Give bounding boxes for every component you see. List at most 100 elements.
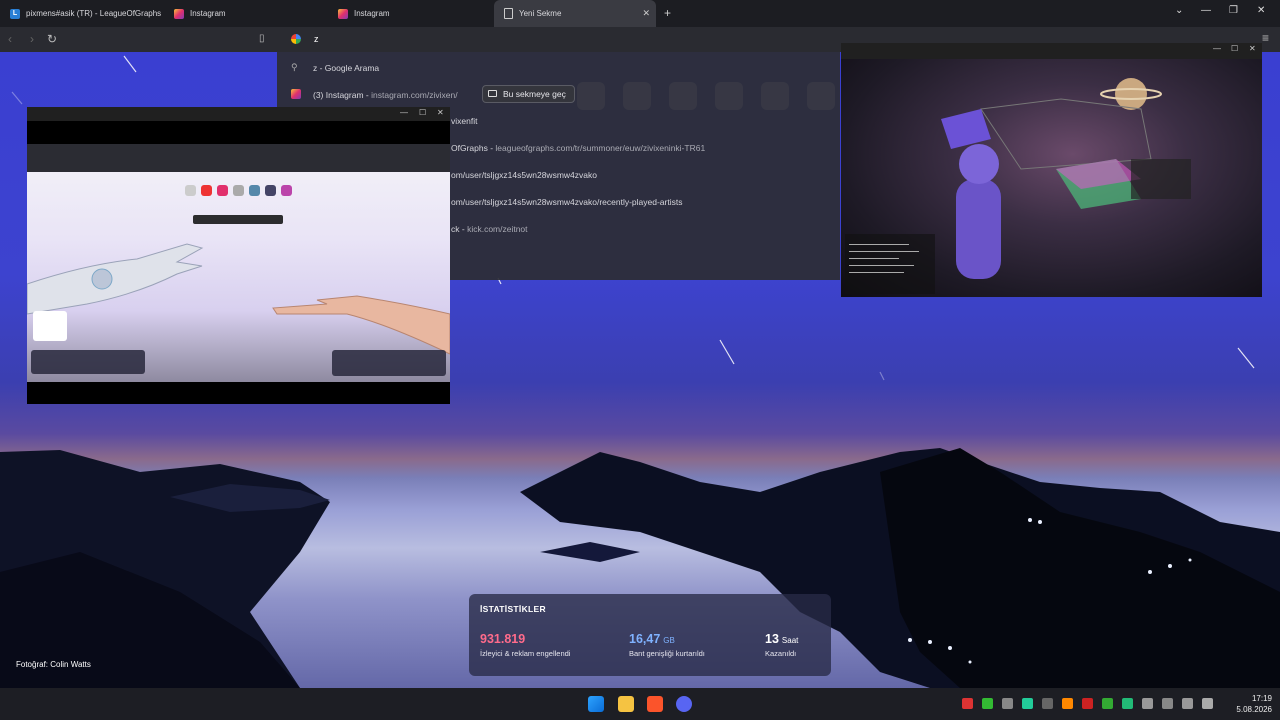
address-bar[interactable] xyxy=(277,27,840,52)
leagueofgraphs-icon: L xyxy=(10,8,20,19)
suggestion-url: om/user/tsljgxz14s5wn28wsmw4zvako/recent… xyxy=(451,197,683,207)
tab-leagueofgraphs[interactable]: L pixmens#asik (TR) - LeagueOfGraphs xyxy=(0,0,164,27)
system-tray xyxy=(962,698,1213,709)
background-shortcut-tiles xyxy=(577,82,881,110)
tray-app-icon[interactable] xyxy=(1062,698,1073,709)
instagram-icon xyxy=(291,89,301,99)
suggestion-title: z - Google Arama xyxy=(313,63,380,73)
clock[interactable]: 17:19 5.08.2026 xyxy=(1226,693,1272,715)
stat-value: 13 xyxy=(765,632,779,646)
shortcut-tile-icon xyxy=(217,185,228,196)
tab-label: Yeni Sekme xyxy=(519,9,562,18)
tab-list-chevron-icon[interactable]: ⌄ xyxy=(1175,5,1183,16)
stat-unit: GB xyxy=(663,636,675,645)
close-window-icon[interactable]: ✕ xyxy=(1257,5,1265,16)
floating-video-window-left[interactable]: — ☐ ✕ xyxy=(27,107,450,404)
close-icon[interactable]: ✕ xyxy=(1249,44,1256,53)
close-icon[interactable]: ✕ xyxy=(437,108,444,117)
tab-label: Instagram xyxy=(354,9,390,18)
floating-video-window-right[interactable]: — ☐ ✕ xyxy=(841,43,1262,297)
forward-icon[interactable]: › xyxy=(30,32,34,46)
shortcut-tile-icon xyxy=(201,185,212,196)
minimize-icon[interactable]: — xyxy=(1201,5,1211,16)
shortcut-tile-icon xyxy=(249,185,260,196)
microphone-icon[interactable] xyxy=(1142,698,1153,709)
battery-icon[interactable] xyxy=(1202,698,1213,709)
bookmark-icon[interactable]: ▯ xyxy=(259,33,265,44)
address-input[interactable]: z xyxy=(314,34,319,44)
search-icon: ⚲ xyxy=(291,62,298,72)
switch-to-tab-button[interactable]: Bu sekmeye geç xyxy=(482,85,575,103)
suggestion-title: OfGraphs xyxy=(451,143,488,153)
maximize-icon[interactable]: ❐ xyxy=(1229,5,1238,16)
stat-label: Bant genişliği kurtarıldı xyxy=(629,649,705,658)
tray-app-icon[interactable] xyxy=(1002,698,1013,709)
switch-tab-icon xyxy=(488,90,497,97)
tray-app-icon[interactable] xyxy=(1022,698,1033,709)
tray-app-icon[interactable] xyxy=(1082,698,1093,709)
tab-label: Instagram xyxy=(190,9,226,18)
google-icon xyxy=(291,34,301,44)
tray-app-icon[interactable] xyxy=(1122,698,1133,709)
shortcut-tile-icon xyxy=(265,185,276,196)
suggestion-title: (3) Instagram xyxy=(313,90,364,100)
clock-time: 17:19 xyxy=(1251,694,1272,703)
windows-taskbar: 17:19 5.08.2026 xyxy=(0,688,1280,720)
maximize-icon[interactable]: ☐ xyxy=(1231,44,1238,53)
stat-label: İzleyici & reklam engellendi xyxy=(480,649,571,658)
video-frame-browser-screenshot xyxy=(27,144,450,382)
brave-browser-icon[interactable] xyxy=(647,696,663,712)
tab-new-tab[interactable]: Yeni Sekme ✕ xyxy=(494,0,656,27)
menu-icon[interactable]: ≡ xyxy=(1262,31,1269,45)
stat-value: 931.819 xyxy=(480,632,526,646)
suggestion-url: kick.com/zeitnot xyxy=(467,224,528,234)
new-tab-page-icon xyxy=(504,8,513,19)
reload-icon[interactable]: ↻ xyxy=(47,32,57,46)
suggestion-url: leagueofgraphs.com/tr/summoner/euw/zivix… xyxy=(495,143,706,153)
stats-title: İSTATİSTİKLER xyxy=(480,604,546,614)
stat-value: 16,47 xyxy=(629,632,661,646)
close-tab-icon[interactable]: ✕ xyxy=(642,8,650,19)
speaker-icon[interactable] xyxy=(1182,698,1193,709)
tab-instagram-2[interactable]: Instagram xyxy=(328,0,492,27)
mini-promo-card xyxy=(33,311,67,341)
instagram-icon xyxy=(174,8,184,19)
maximize-icon[interactable]: ☐ xyxy=(419,108,426,117)
clock-date: 5.08.2026 xyxy=(1236,705,1272,714)
mini-stats-widget xyxy=(31,350,145,374)
statistics-widget[interactable]: İSTATİSTİKLER 931.819 İzleyici & reklam … xyxy=(469,594,831,676)
minimize-icon[interactable]: — xyxy=(400,108,408,117)
nvidia-icon[interactable] xyxy=(982,698,993,709)
pip-titlebar[interactable]: — ☐ ✕ xyxy=(27,107,450,121)
tab-instagram-1[interactable]: Instagram xyxy=(164,0,328,27)
stat-label: Kazanıldı xyxy=(765,649,797,658)
switch-to-tab-label: Bu sekmeye geç xyxy=(503,89,566,99)
suggestion-url: instagram.com/zivixen/ xyxy=(371,90,458,100)
stat-unit: Saat xyxy=(781,636,799,645)
suggestion-url: om/user/tsljgxz14s5wn28wsmw4zvako xyxy=(451,170,597,180)
suggestion-url: vixenfit xyxy=(451,116,478,126)
network-icon[interactable] xyxy=(1162,698,1173,709)
shortcut-tile-icon xyxy=(233,185,244,196)
suggestion-title: ck xyxy=(451,224,460,234)
back-icon[interactable]: ‹ xyxy=(8,32,12,46)
browser-tab-bar: L pixmens#asik (TR) - LeagueOfGraphs Ins… xyxy=(0,0,1280,27)
pip-titlebar[interactable]: — ☐ ✕ xyxy=(841,43,1262,59)
tab-label: pixmens#asik (TR) - LeagueOfGraphs xyxy=(26,9,162,18)
instagram-icon xyxy=(338,8,348,19)
shortcut-tile-icon xyxy=(185,185,196,196)
chevron-left-icon[interactable] xyxy=(1042,698,1053,709)
vr-game-stream-frame xyxy=(841,59,1262,297)
new-tab-button[interactable]: + xyxy=(664,6,671,20)
file-explorer-icon[interactable] xyxy=(618,696,634,712)
tray-app-icon[interactable] xyxy=(1102,698,1113,709)
minimize-icon[interactable]: — xyxy=(1213,44,1221,53)
shortcut-tile-icon xyxy=(281,185,292,196)
mini-news-widget xyxy=(332,350,446,376)
mini-browser-chrome xyxy=(27,144,450,172)
windows-start-icon[interactable] xyxy=(588,696,604,712)
vr-avatar-scene xyxy=(845,78,1191,294)
tray-app-icon[interactable] xyxy=(962,698,973,709)
photo-credit[interactable]: Fotoğraf: Colin Watts xyxy=(16,660,91,669)
discord-icon[interactable] xyxy=(676,696,692,712)
